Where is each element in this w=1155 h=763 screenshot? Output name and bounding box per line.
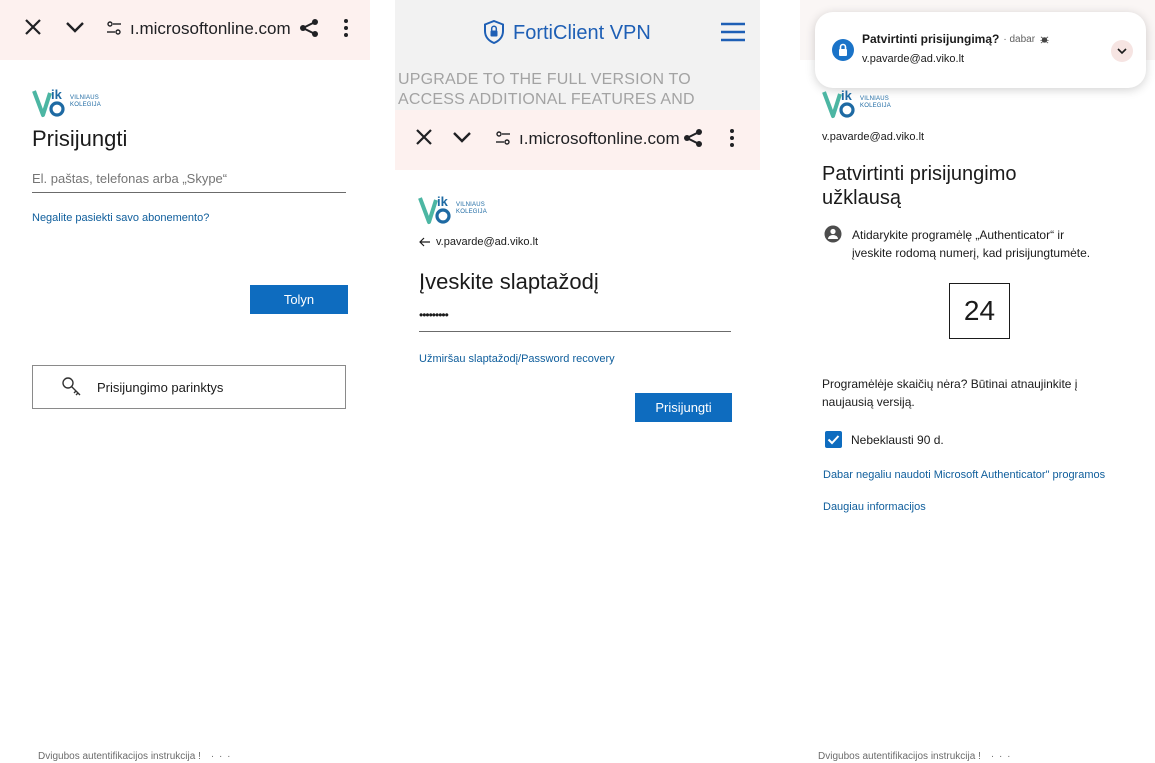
viko-logo-mark: ik [822, 88, 855, 118]
chevron-down-icon[interactable] [64, 18, 86, 36]
next-button[interactable]: Tolyn [250, 285, 348, 314]
shield-lock-icon [484, 20, 504, 44]
viko-logo-mark: ik [418, 194, 451, 224]
user-lock-icon [824, 225, 842, 243]
cant-access-account-link[interactable]: Negalite pasiekti savo abonemento? [32, 212, 209, 224]
password-field[interactable]: ••••••••• [419, 308, 731, 332]
svg-text:ik: ik [437, 194, 449, 209]
vpn-app-title: FortiClient VPN [513, 22, 651, 44]
expand-notification-button[interactable] [1111, 40, 1133, 62]
logo-text: VILNIAUS KOLEGIJA [456, 202, 487, 215]
upgrade-banner-text: UPGRADE TO THE FULL VERSION TO ACCESS AD… [398, 71, 695, 108]
key-icon [62, 377, 81, 396]
notification-title: Patvirtinti prisijungimą? [862, 32, 1000, 46]
back-arrow-icon[interactable] [419, 237, 431, 247]
dont-ask-again-label: Nebeklausti 90 d. [851, 432, 944, 447]
footer-more-icon[interactable]: · · · [991, 751, 1012, 762]
share-icon[interactable] [683, 128, 703, 148]
footer: Dvigubos autentifikacijos instrukcija ! ·… [818, 751, 1011, 762]
more-options-icon[interactable] [729, 128, 735, 148]
instructions-link[interactable]: Dvigubos autentifikacijos instrukcija ! [38, 751, 201, 762]
more-info-link[interactable]: Daugiau informacijos [823, 501, 926, 513]
update-app-hint: Programėlėje skaičių nėra? Būtinai atnau… [822, 377, 1078, 409]
close-icon[interactable] [22, 16, 44, 38]
checkmark-icon [827, 435, 840, 445]
share-icon[interactable] [299, 18, 319, 38]
chevron-down-icon [1117, 48, 1127, 55]
bug-icon [1040, 36, 1049, 43]
screen-approve: Patvirtinti prisijungimą? · dabar v.pava… [800, 0, 1155, 763]
chevron-down-icon[interactable] [451, 128, 473, 146]
notification-time: · dabar [1003, 33, 1036, 45]
viko-logo: ik VILNIAUS KOLEGIJA [32, 85, 101, 119]
authenticator-app-icon [832, 39, 854, 61]
cant-use-authenticator-link[interactable]: Dabar negaliu naudoti Microsoft Authenti… [823, 469, 1105, 481]
verification-number: 24 [949, 283, 1010, 339]
page-title: Patvirtinti prisijungimo užklausą [822, 163, 1017, 209]
viko-logo-mark: ik [32, 87, 65, 117]
more-options-icon[interactable] [343, 18, 349, 38]
signin-options-button[interactable]: Prisijungimo parinktys [32, 365, 346, 409]
email-field[interactable]: El. paštas, telefonas arba „Skype“ [32, 171, 346, 193]
browser-toolbar: ı.microsoftonline.com [395, 110, 760, 170]
checkbox-checked[interactable] [825, 431, 842, 448]
signin-button[interactable]: Prisijungti [635, 393, 732, 422]
auth-notification[interactable]: Patvirtinti prisijungimą? · dabar v.pava… [815, 12, 1146, 88]
logo-text: VILNIAUS KOLEGIJA [860, 96, 891, 109]
browser-toolbar: ı.microsoftonline.com [0, 0, 370, 60]
upgrade-banner[interactable]: UPGRADE TO THE FULL VERSION TO ACCESS AD… [395, 60, 760, 110]
page-title: Prisijungti [32, 126, 128, 151]
screen-signin: ı.microsoftonline.com ik VILNIAUS KOLEGIJ… [0, 0, 370, 763]
vpn-app-bar: FortiClient VPN [395, 0, 760, 60]
hamburger-menu-icon[interactable] [720, 22, 746, 42]
identity-email: v.pavarde@ad.viko.lt [436, 236, 539, 248]
forgot-password-link[interactable]: Užmiršau slaptažodį/Password recovery [419, 353, 615, 365]
notification-email: v.pavarde@ad.viko.lt [862, 53, 965, 65]
authenticator-instruction: Atidarykite programėlę „Authenticator“ i… [852, 228, 1091, 260]
logo-text: VILNIAUS KOLEGIJA [70, 95, 101, 108]
site-settings-icon[interactable] [495, 130, 511, 146]
footer-more-icon[interactable]: · · · [211, 751, 232, 762]
page-title: Įveskite slaptažodį [419, 269, 599, 294]
screen-password: FortiClient VPN UPGRADE TO THE FULL VERS… [395, 0, 760, 763]
identity-email: v.pavarde@ad.viko.lt [822, 131, 925, 143]
viko-logo: ik VILNIAUS KOLEGIJA [418, 192, 487, 226]
svg-text:ik: ik [841, 88, 853, 103]
site-settings-icon[interactable] [106, 20, 122, 36]
address-bar-url[interactable]: ı.microsoftonline.com [519, 129, 680, 149]
address-bar-url[interactable]: ı.microsoftonline.com [130, 19, 291, 39]
instructions-link[interactable]: Dvigubos autentifikacijos instrukcija ! [818, 751, 981, 762]
footer: Dvigubos autentifikacijos instrukcija ! ·… [38, 751, 231, 762]
svg-text:ik: ik [51, 87, 63, 102]
back-identity[interactable]: v.pavarde@ad.viko.lt [419, 236, 538, 248]
dont-ask-again-checkbox[interactable]: Nebeklausti 90 d. [825, 431, 944, 448]
signin-options-label: Prisijungimo parinktys [97, 379, 224, 395]
viko-logo: ik VILNIAUS KOLEGIJA [822, 86, 891, 120]
close-icon[interactable] [413, 126, 435, 148]
